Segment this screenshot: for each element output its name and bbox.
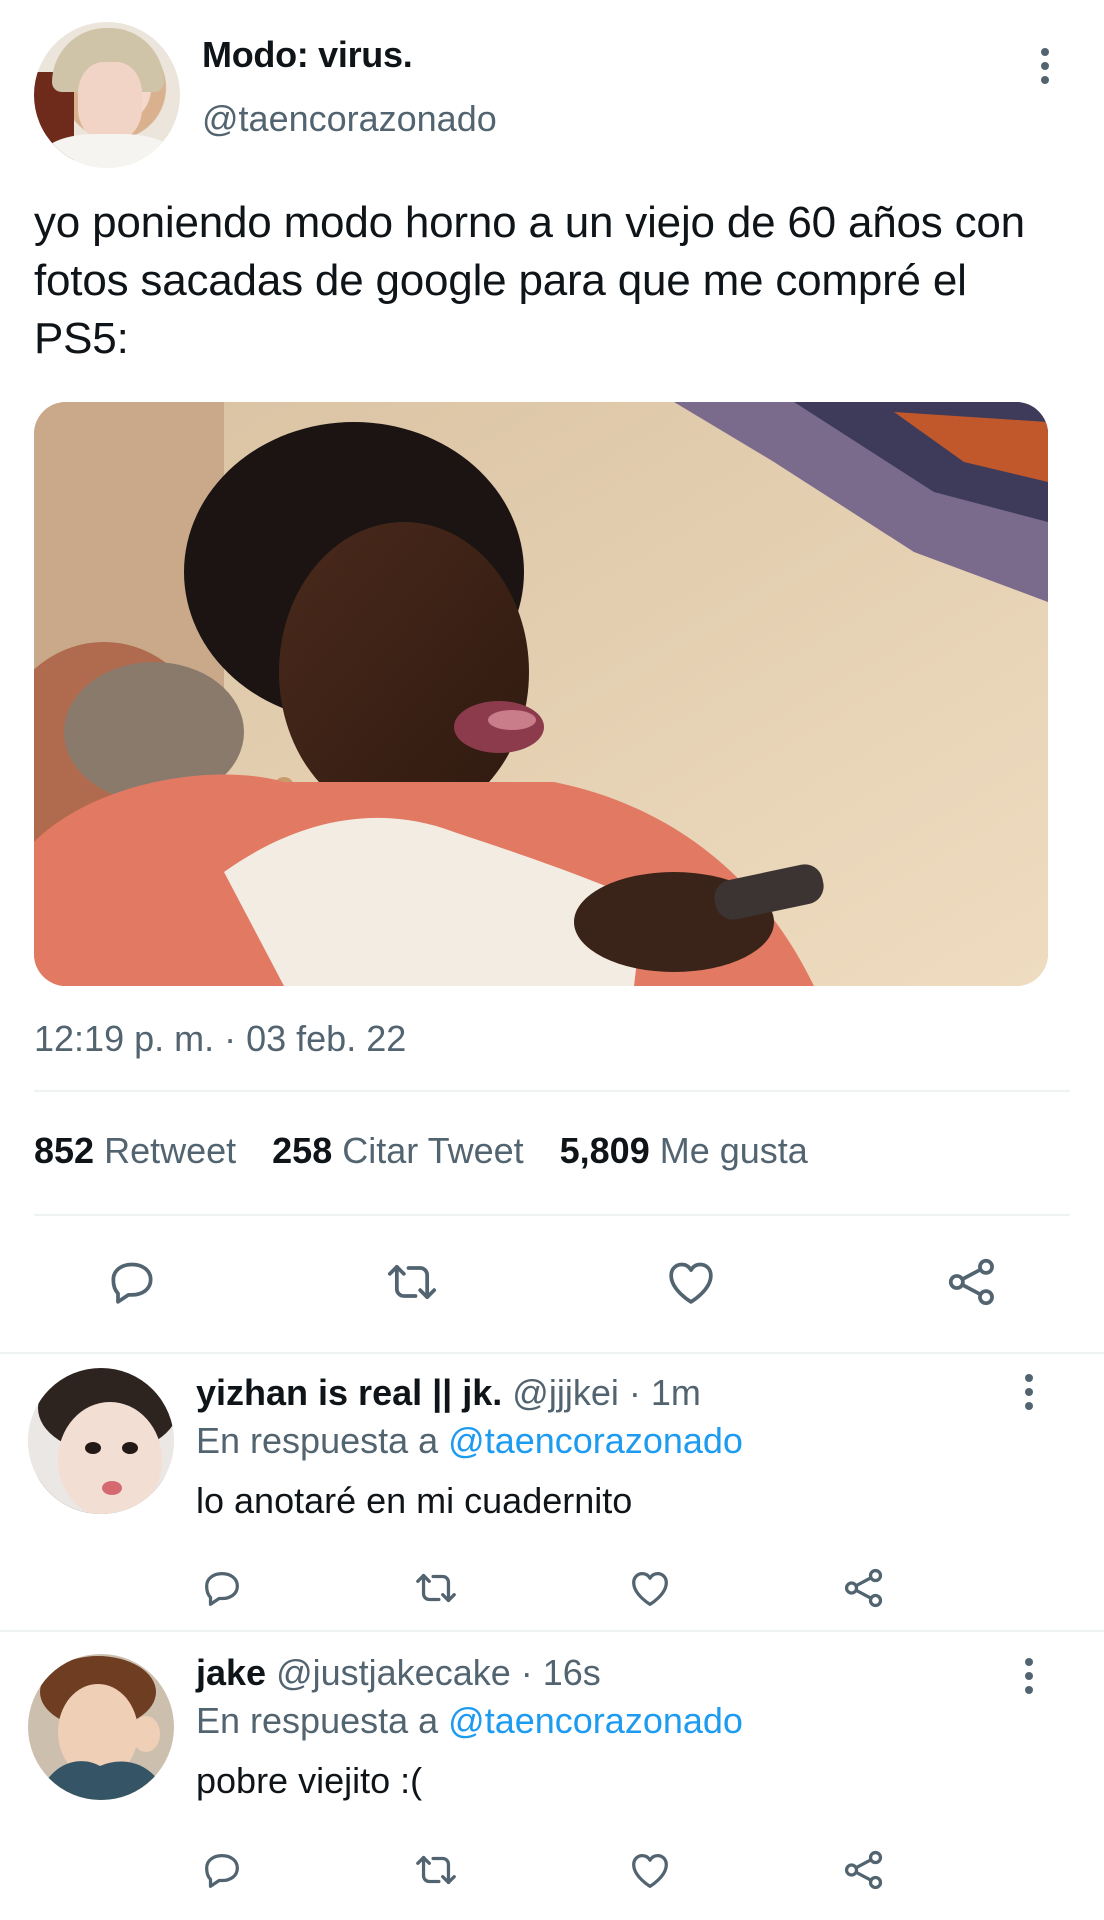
main-tweet: Modo: virus. @taencorazonado yo poniendo… [0, 0, 1104, 1352]
quotes-count: 258 [272, 1130, 333, 1171]
retweets-label: Retweet [104, 1130, 237, 1171]
reply-tweet[interactable]: yizhan is real || jk. @jjjkei · 1m En re… [0, 1354, 1104, 1630]
heart-icon [632, 1571, 668, 1606]
tweet-stats: 852 Retweet 258 Citar Tweet 5,809 Me gusta [34, 1130, 844, 1172]
share-icon [844, 1850, 883, 1890]
reply-display-name[interactable]: jake [196, 1652, 266, 1693]
divider [34, 1090, 1070, 1092]
tweet-timestamp[interactable]: 12:19 p. m. · 03 feb. 22 [34, 1018, 406, 1060]
reply-button[interactable] [100, 1250, 164, 1314]
more-options-icon[interactable] [1030, 48, 1060, 92]
like-button[interactable] [618, 1838, 682, 1902]
reply-display-name[interactable]: yizhan is real || jk. [196, 1372, 502, 1413]
like-button[interactable] [659, 1250, 723, 1314]
meme-photo [34, 402, 1048, 986]
likes-count: 5,809 [559, 1130, 650, 1171]
author-handle[interactable]: @taencorazonado [202, 98, 497, 140]
like-button[interactable] [618, 1556, 682, 1620]
retweet-icon [387, 1264, 437, 1300]
reply-button[interactable] [190, 1556, 254, 1620]
share-button[interactable] [940, 1250, 1004, 1314]
retweet-icon [416, 1855, 456, 1885]
more-options-icon[interactable] [1014, 1374, 1044, 1418]
retweet-button[interactable] [404, 1838, 468, 1902]
share-icon [844, 1568, 883, 1608]
reply-avatar[interactable] [28, 1368, 174, 1514]
retweet-button[interactable] [404, 1556, 468, 1620]
share-button[interactable] [832, 1556, 896, 1620]
reply-icon [205, 1571, 239, 1606]
share-icon [948, 1258, 994, 1306]
reply-button[interactable] [190, 1838, 254, 1902]
reply-avatar[interactable] [28, 1654, 174, 1800]
reply-text: lo anotaré en mi cuadernito [196, 1480, 633, 1521]
reply-handle-time[interactable]: @jjjkei · 1m [512, 1372, 701, 1413]
tweet-media-image[interactable] [34, 402, 1048, 986]
heart-icon [632, 1853, 668, 1888]
reply-tweet[interactable]: jake @justjakecake · 16s En respuesta a … [0, 1632, 1104, 1920]
in-reply-prefix: En respuesta a [196, 1700, 439, 1741]
reply-avatar-photo [28, 1654, 174, 1800]
retweet-button[interactable] [380, 1250, 444, 1314]
quotes-stat[interactable]: 258 Citar Tweet [272, 1130, 523, 1172]
divider [34, 1214, 1070, 1216]
in-reply-mention[interactable]: @taencorazonado [448, 1420, 743, 1461]
retweets-stat[interactable]: 852 Retweet [34, 1130, 236, 1172]
reply-text: pobre viejito :( [196, 1760, 423, 1801]
more-options-icon[interactable] [1014, 1658, 1044, 1702]
in-reply-prefix: En respuesta a [196, 1420, 439, 1461]
heart-icon [669, 1262, 713, 1304]
author-display-name[interactable]: Modo: virus. [202, 34, 413, 76]
reply-icon [205, 1853, 239, 1888]
reply-avatar-photo [28, 1368, 174, 1514]
in-reply-to: En respuesta a @taencorazonado [196, 1420, 743, 1462]
reply-handle-time[interactable]: @justjakecake · 16s [276, 1652, 601, 1693]
reply-header: yizhan is real || jk. @jjjkei · 1m [196, 1372, 701, 1414]
author-avatar[interactable] [34, 22, 180, 168]
quotes-label: Citar Tweet [342, 1130, 524, 1171]
in-reply-to: En respuesta a @taencorazonado [196, 1700, 743, 1742]
tweet-text: yo poniendo modo horno a un viejo de 60 … [34, 198, 1025, 363]
reply-header: jake @justjakecake · 16s [196, 1652, 601, 1694]
retweets-count: 852 [34, 1130, 95, 1171]
share-button[interactable] [832, 1838, 896, 1902]
reply-icon [111, 1262, 153, 1304]
retweet-icon [416, 1573, 456, 1603]
in-reply-mention[interactable]: @taencorazonado [448, 1700, 743, 1741]
likes-stat[interactable]: 5,809 Me gusta [560, 1130, 808, 1172]
likes-label: Me gusta [659, 1130, 808, 1171]
